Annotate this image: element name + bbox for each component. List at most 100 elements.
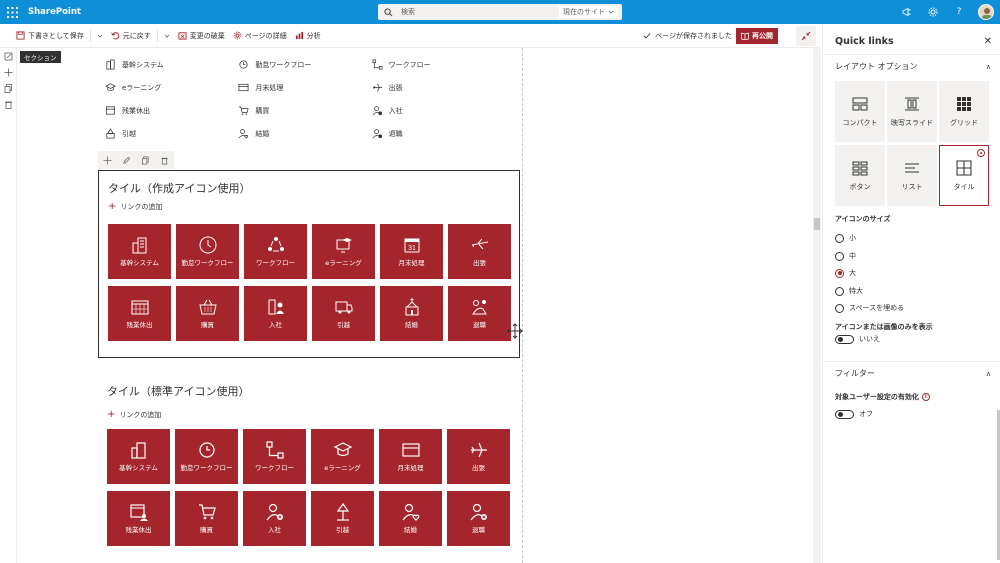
tile[interactable]: 入社	[244, 286, 307, 341]
save-draft-button[interactable]: 下書きとして保存	[12, 24, 88, 48]
tile[interactable]: 退職	[448, 286, 511, 341]
quick-links-webpart-custom[interactable]: タイル（作成アイコン使用） + リンクの追加 基幹システム 勤怠ワークフロー ワ…	[98, 170, 520, 358]
layout-option-grid[interactable]: グリッド	[939, 81, 989, 142]
analytics-button[interactable]: 分析	[291, 24, 325, 48]
list-item[interactable]: 残業休出	[105, 105, 238, 116]
undo-button[interactable]: 元に戻す	[107, 24, 155, 48]
tile-label: 出張	[472, 464, 485, 473]
duplicate-icon[interactable]	[141, 156, 150, 165]
webpart-title[interactable]: タイル（作成アイコン使用）	[108, 180, 250, 196]
list-item[interactable]: ワークフロー	[372, 59, 505, 70]
tile[interactable]: 入社	[243, 491, 306, 546]
collapse-button[interactable]	[796, 26, 816, 46]
close-icon[interactable]: ✕	[984, 36, 992, 47]
tile[interactable]: 月末処理	[379, 429, 442, 484]
quick-links-webpart-standard[interactable]: タイル（標準アイコン使用） + リンクの追加	[107, 383, 249, 420]
page-details-button[interactable]: ページの詳細	[229, 24, 291, 48]
tile[interactable]: 出張	[447, 429, 510, 484]
tile[interactable]: 結婚	[380, 286, 443, 341]
edit-section-icon[interactable]	[0, 48, 17, 64]
tile[interactable]: ワークフロー	[243, 429, 306, 484]
search-box[interactable]: 検索 現在のサイト	[378, 4, 622, 20]
list-item[interactable]: eラーニング	[105, 82, 238, 93]
search-placeholder[interactable]: 検索	[401, 7, 415, 17]
duplicate-icon[interactable]	[0, 80, 17, 96]
republish-button[interactable]: 再公開	[736, 28, 778, 44]
tile[interactable]: 勤怠ワークフロー	[176, 224, 239, 279]
tile[interactable]: ワークフロー	[244, 224, 307, 279]
help-icon[interactable]: ?	[946, 0, 972, 24]
trash-icon[interactable]	[160, 156, 169, 165]
radio-button[interactable]	[835, 303, 844, 313]
save-options-dropdown[interactable]	[93, 24, 107, 48]
brand-name[interactable]: SharePoint	[28, 7, 81, 17]
move-icon[interactable]	[0, 64, 17, 80]
list-item[interactable]: 月末処理	[238, 82, 371, 93]
tile[interactable]: 残業休出	[108, 286, 171, 341]
tile-label: 残業休出	[125, 526, 152, 535]
list-item[interactable]: 購買	[238, 105, 371, 116]
tile[interactable]: 引越	[311, 491, 374, 546]
tile[interactable]: 購買	[175, 491, 238, 546]
list-item[interactable]: 出張	[372, 82, 505, 93]
edit-icon[interactable]	[122, 156, 131, 165]
layout-option-compact[interactable]: コンパクト	[835, 81, 885, 142]
tile[interactable]: 購買	[176, 286, 239, 341]
radio-icon-size-xlarge[interactable]: 特大	[835, 284, 863, 298]
layout-option-filmstrip[interactable]: 映写スライド	[887, 81, 937, 142]
list-item[interactable]: 引越	[105, 128, 238, 139]
tile[interactable]: eラーニング	[312, 224, 375, 279]
tile[interactable]: 基幹システム	[107, 429, 170, 484]
list-item[interactable]: 基幹システム	[105, 59, 238, 70]
discard-changes-button[interactable]: 変更の破棄	[174, 24, 229, 48]
tile[interactable]: 出張	[448, 224, 511, 279]
icon-only-toggle[interactable]: いいえ	[835, 333, 880, 345]
toggle-state-label: オフ	[859, 410, 873, 418]
radio-button-selected[interactable]	[835, 268, 844, 278]
tile[interactable]: 引越	[312, 286, 375, 341]
canvas-scrollbar[interactable]	[813, 48, 821, 563]
tile[interactable]: 勤怠ワークフロー	[175, 429, 238, 484]
credit-card-icon	[401, 443, 420, 458]
scrollbar-thumb[interactable]	[814, 218, 820, 230]
megaphone-icon[interactable]	[894, 0, 920, 24]
add-link-button[interactable]: + リンクの追加	[107, 409, 249, 420]
tile[interactable]: 退職	[447, 491, 510, 546]
tile-label: 引越	[336, 526, 349, 535]
gear-icon[interactable]	[920, 0, 946, 24]
radio-button[interactable]	[835, 251, 844, 261]
undo-options-dropdown[interactable]	[160, 24, 174, 48]
toggle-switch[interactable]	[835, 334, 854, 344]
layout-option-button[interactable]: ボタン	[835, 145, 885, 206]
radio-icon-size-fill[interactable]: スペースを埋める	[835, 301, 904, 315]
layout-options-header[interactable]: レイアウト オプション ∧	[823, 54, 1000, 78]
avatar[interactable]	[978, 4, 994, 20]
list-item[interactable]: 結婚	[238, 128, 371, 139]
radio-icon-size-medium[interactable]: 中	[835, 249, 856, 263]
tile[interactable]: eラーニング	[311, 429, 374, 484]
tile[interactable]: 結婚	[379, 491, 442, 546]
search-scope-dropdown[interactable]: 現在のサイト	[559, 6, 618, 18]
tile[interactable]: 基幹システム	[108, 224, 171, 279]
radio-button[interactable]	[835, 286, 844, 296]
tile[interactable]: 31 月末処理	[380, 224, 443, 279]
layout-option-list[interactable]: リスト	[887, 145, 937, 206]
radio-icon-size-small[interactable]: 小	[835, 231, 856, 245]
list-item[interactable]: 退職	[372, 128, 505, 139]
tile[interactable]: 残業休出	[107, 491, 170, 546]
radio-button[interactable]	[835, 233, 844, 243]
add-link-button[interactable]: + リンクの追加	[108, 201, 162, 212]
filter-header[interactable]: フィルター ∧	[823, 361, 1000, 385]
move-icon[interactable]	[103, 155, 112, 165]
list-item-label: 月末処理	[255, 83, 284, 92]
layout-option-tile[interactable]: タイル	[939, 145, 989, 206]
audience-toggle[interactable]: オフ	[835, 408, 873, 420]
list-item[interactable]: 入社	[372, 105, 505, 116]
app-launcher-icon[interactable]	[0, 0, 24, 24]
toggle-switch[interactable]	[835, 409, 854, 419]
radio-icon-size-large[interactable]: 大	[835, 266, 856, 280]
info-icon[interactable]: i	[921, 393, 930, 401]
webpart-title[interactable]: タイル（標準アイコン使用）	[107, 383, 249, 399]
list-item[interactable]: 勤怠ワークフロー	[238, 59, 371, 70]
trash-icon[interactable]	[0, 96, 17, 112]
